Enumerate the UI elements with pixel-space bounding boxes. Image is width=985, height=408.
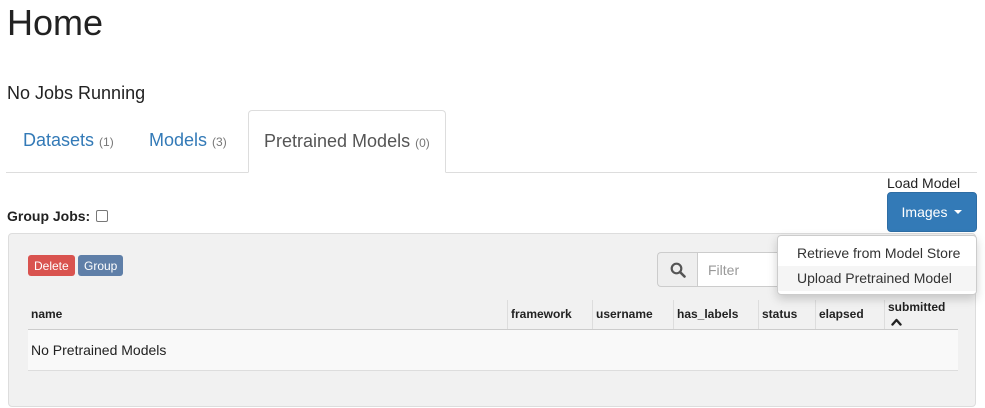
tab-models-count: (3) bbox=[212, 135, 227, 149]
sort-up-icon bbox=[891, 315, 902, 329]
column-header-submitted[interactable]: submitted bbox=[884, 300, 958, 330]
column-header-name[interactable]: name bbox=[28, 300, 508, 330]
tab-pretrained-models[interactable]: Pretrained Models (0) bbox=[248, 110, 446, 173]
images-dropdown-button[interactable]: Images bbox=[887, 192, 977, 232]
table-header-row: name framework username has_labels statu… bbox=[28, 300, 958, 330]
tab-datasets[interactable]: Datasets (1) bbox=[8, 110, 129, 171]
group-jobs-control: Group Jobs: bbox=[7, 208, 109, 224]
column-header-has-labels[interactable]: has_labels bbox=[673, 300, 759, 330]
table-empty-message: No Pretrained Models bbox=[28, 329, 958, 371]
page-title: Home bbox=[7, 2, 104, 43]
column-header-username[interactable]: username bbox=[592, 300, 674, 330]
caret-down-icon bbox=[954, 210, 963, 214]
column-header-status[interactable]: status bbox=[758, 300, 816, 330]
menu-item-upload-pretrained-model[interactable]: Upload Pretrained Model bbox=[778, 266, 976, 291]
tab-pretrained-models-label: Pretrained Models bbox=[264, 131, 411, 151]
tab-datasets-label: Datasets bbox=[23, 130, 95, 150]
column-header-elapsed[interactable]: elapsed bbox=[815, 300, 885, 330]
jobs-status-text: No Jobs Running bbox=[7, 83, 146, 103]
column-header-submitted-label: submitted bbox=[888, 300, 946, 314]
menu-item-retrieve-from-model-store[interactable]: Retrieve from Model Store bbox=[778, 241, 976, 266]
column-header-framework[interactable]: framework bbox=[507, 300, 593, 330]
tab-models-label: Models bbox=[149, 130, 208, 150]
tab-pretrained-models-count: (0) bbox=[415, 136, 430, 150]
tab-models[interactable]: Models (3) bbox=[134, 110, 242, 171]
home-page: Home No Jobs Running Datasets (1) Models… bbox=[0, 0, 985, 408]
load-model-label: Load Model bbox=[887, 175, 961, 191]
tab-bar: Datasets (1) Models (3) Pretrained Model… bbox=[6, 110, 977, 173]
images-button-label: Images bbox=[901, 204, 948, 220]
pretrained-models-table: name framework username has_labels statu… bbox=[28, 300, 958, 371]
tab-datasets-count: (1) bbox=[99, 135, 114, 149]
search-icon bbox=[657, 252, 697, 287]
group-jobs-checkbox[interactable] bbox=[96, 210, 109, 222]
delete-button[interactable]: Delete bbox=[28, 255, 75, 276]
load-model-dropdown-menu: Retrieve from Model Store Upload Pretrai… bbox=[777, 235, 977, 295]
group-button[interactable]: Group bbox=[78, 255, 124, 276]
group-jobs-label: Group Jobs: bbox=[7, 208, 91, 224]
table-empty-row: No Pretrained Models bbox=[28, 329, 958, 371]
